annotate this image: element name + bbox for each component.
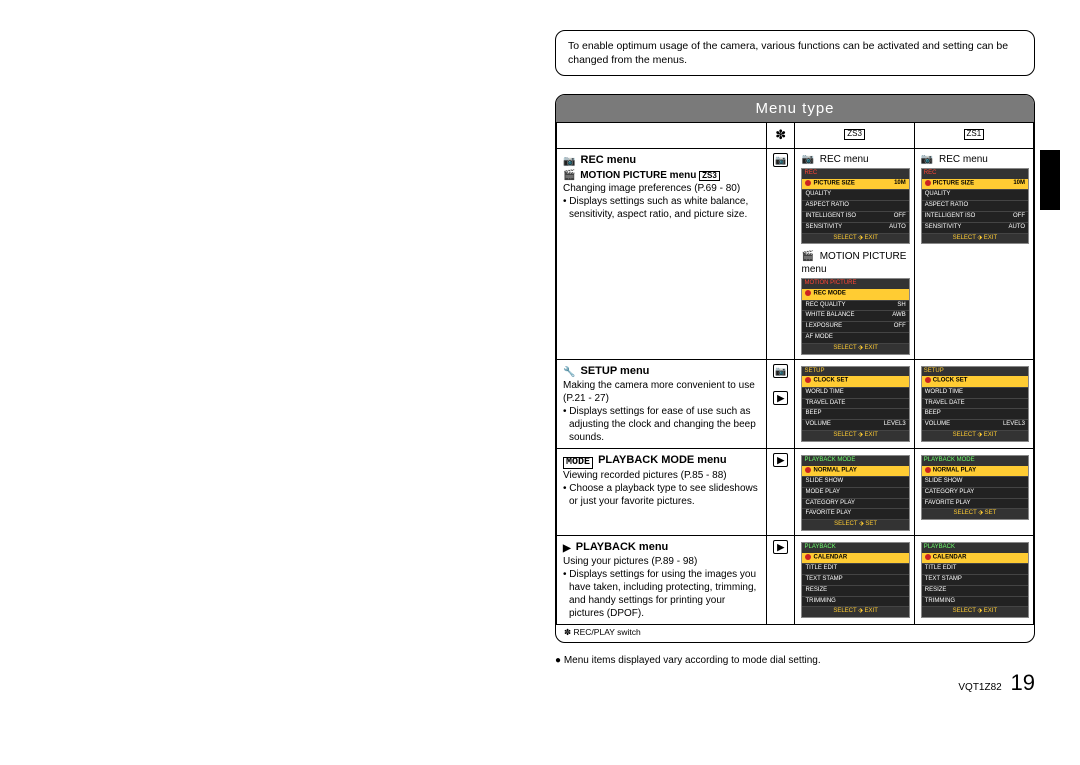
play-switch-icon: ▶ bbox=[773, 391, 788, 405]
cell-description: REC menu MOTION PICTURE menu ZS3Changing… bbox=[557, 149, 767, 359]
side-tab bbox=[1040, 150, 1060, 210]
menu-desc-bullet: • Choose a playback type to see slidesho… bbox=[563, 482, 760, 508]
menu-thumbnail: SETUP CLOCK SETWORLD TIMETRAVEL DATEBEEP… bbox=[801, 366, 909, 442]
menu-thumbnail: MOTION PICTURE REC MODEREC QUALITYSHWHIT… bbox=[801, 278, 909, 354]
movie-icon bbox=[801, 251, 813, 262]
menu-type-panel: Menu type ✽ ZS3 ZS1 REC menu MOTION PICT… bbox=[555, 94, 1035, 643]
menu-thumbnail: PLAYBACK CALENDARTITLE EDITTEXT STAMPRES… bbox=[801, 542, 909, 618]
intro-text: To enable optimum usage of the camera, v… bbox=[555, 30, 1035, 76]
cell-description: PLAYBACK menuUsing your pictures (P.89 -… bbox=[557, 536, 767, 625]
table-row: SETUP menuMaking the camera more conveni… bbox=[557, 359, 1034, 448]
cell-model-b: PLAYBACK CALENDARTITLE EDITTEXT STAMPRES… bbox=[914, 536, 1033, 625]
thumb-label: REC menu bbox=[921, 153, 1027, 166]
camera-icon bbox=[921, 154, 933, 165]
menu-thumbnail: PLAYBACK CALENDARTITLE EDITTEXT STAMPRES… bbox=[921, 542, 1029, 618]
movie-icon bbox=[563, 170, 575, 181]
page-number: 19 bbox=[1011, 670, 1035, 695]
camera-switch-icon: 📷 bbox=[773, 153, 788, 167]
manual-page: To enable optimum usage of the camera, v… bbox=[555, 30, 1035, 666]
cell-switch: ▶ bbox=[766, 448, 795, 535]
menu-desc-bullet: • Displays settings such as white balanc… bbox=[563, 195, 760, 221]
menu-heading: MODE PLAYBACK MODE menu bbox=[563, 453, 760, 469]
table-row: REC menu MOTION PICTURE menu ZS3Changing… bbox=[557, 149, 1034, 359]
thumb-label: MOTION PICTURE menu bbox=[801, 250, 907, 276]
menu-desc-line: Using your pictures (P.89 - 98) bbox=[563, 555, 760, 568]
menu-type-table: ✽ ZS3 ZS1 REC menu MOTION PICTURE menu Z… bbox=[556, 122, 1034, 625]
camera-icon bbox=[801, 154, 813, 165]
header-model-a: ZS3 bbox=[795, 123, 914, 149]
table-row: MODE PLAYBACK MODE menuViewing recorded … bbox=[557, 448, 1034, 535]
cell-switch: ▶ bbox=[766, 536, 795, 625]
cell-switch: 📷 bbox=[766, 149, 795, 359]
play-icon bbox=[563, 541, 571, 555]
table-header-row: ✽ ZS3 ZS1 bbox=[557, 123, 1034, 149]
header-blank bbox=[557, 123, 767, 149]
cell-model-b: PLAYBACK MODE NORMAL PLAYSLIDE SHOWCATEG… bbox=[914, 448, 1033, 535]
cell-switch: 📷▶ bbox=[766, 359, 795, 448]
menu-thumbnail: REC PICTURE SIZE10MQUALITYASPECT RATIOIN… bbox=[801, 168, 909, 244]
menu-thumbnail: REC PICTURE SIZE10MQUALITYASPECT RATIOIN… bbox=[921, 168, 1029, 244]
menu-heading: PLAYBACK menu bbox=[563, 540, 760, 555]
menu-desc-bullet: • Displays settings for ease of use such… bbox=[563, 405, 760, 444]
callout-pointer bbox=[555, 300, 556, 328]
header-model-b: ZS1 bbox=[914, 123, 1033, 149]
page-footer: VQT1Z82 19 bbox=[958, 670, 1035, 696]
section-title: Menu type bbox=[556, 95, 1034, 122]
menu-thumbnail: SETUP CLOCK SETWORLD TIMETRAVEL DATEBEEP… bbox=[921, 366, 1029, 442]
mode-icon: MODE bbox=[563, 457, 593, 469]
cell-model-b: SETUP CLOCK SETWORLD TIMETRAVEL DATEBEEP… bbox=[914, 359, 1033, 448]
wrench-icon bbox=[563, 365, 575, 379]
menu-desc-bullet: • Displays settings for using the images… bbox=[563, 568, 760, 620]
cell-model-a: REC menu REC PICTURE SIZE10MQUALITYASPEC… bbox=[795, 149, 914, 359]
footer-code: VQT1Z82 bbox=[958, 682, 1001, 693]
table-row: PLAYBACK menuUsing your pictures (P.89 -… bbox=[557, 536, 1034, 625]
menu-desc-line: Making the camera more convenient to use… bbox=[563, 379, 760, 405]
header-switch: ✽ bbox=[766, 123, 795, 149]
menu-heading: SETUP menu bbox=[563, 364, 760, 379]
play-switch-icon: ▶ bbox=[773, 540, 788, 554]
play-switch-icon: ▶ bbox=[773, 453, 788, 467]
cell-description: MODE PLAYBACK MODE menuViewing recorded … bbox=[557, 448, 767, 535]
menu-desc-line: Changing image preferences (P.69 - 80) bbox=[563, 182, 760, 195]
menu-thumbnail: PLAYBACK MODE NORMAL PLAYSLIDE SHOWCATEG… bbox=[921, 455, 1029, 520]
note-below: ● Menu items displayed vary according to… bbox=[555, 655, 1035, 666]
menu-subheading: MOTION PICTURE menu ZS3 bbox=[563, 169, 760, 182]
cell-model-a: PLAYBACK MODE NORMAL PLAYSLIDE SHOWMODE … bbox=[795, 448, 914, 535]
cell-description: SETUP menuMaking the camera more conveni… bbox=[557, 359, 767, 448]
rec-switch-icon: 📷 bbox=[773, 364, 788, 378]
menu-desc-line: Viewing recorded pictures (P.85 - 88) bbox=[563, 469, 760, 482]
cell-model-a: SETUP CLOCK SETWORLD TIMETRAVEL DATEBEEP… bbox=[795, 359, 914, 448]
cell-model-b: REC menu REC PICTURE SIZE10MQUALITYASPEC… bbox=[914, 149, 1033, 359]
table-footnote: ✽ REC/PLAY switch bbox=[556, 625, 1034, 642]
menu-thumbnail: PLAYBACK MODE NORMAL PLAYSLIDE SHOWMODE … bbox=[801, 455, 909, 531]
menu-heading: REC menu bbox=[563, 153, 760, 168]
camera-icon bbox=[563, 154, 575, 168]
thumb-label: REC menu bbox=[801, 153, 907, 166]
cell-model-a: PLAYBACK CALENDARTITLE EDITTEXT STAMPRES… bbox=[795, 536, 914, 625]
